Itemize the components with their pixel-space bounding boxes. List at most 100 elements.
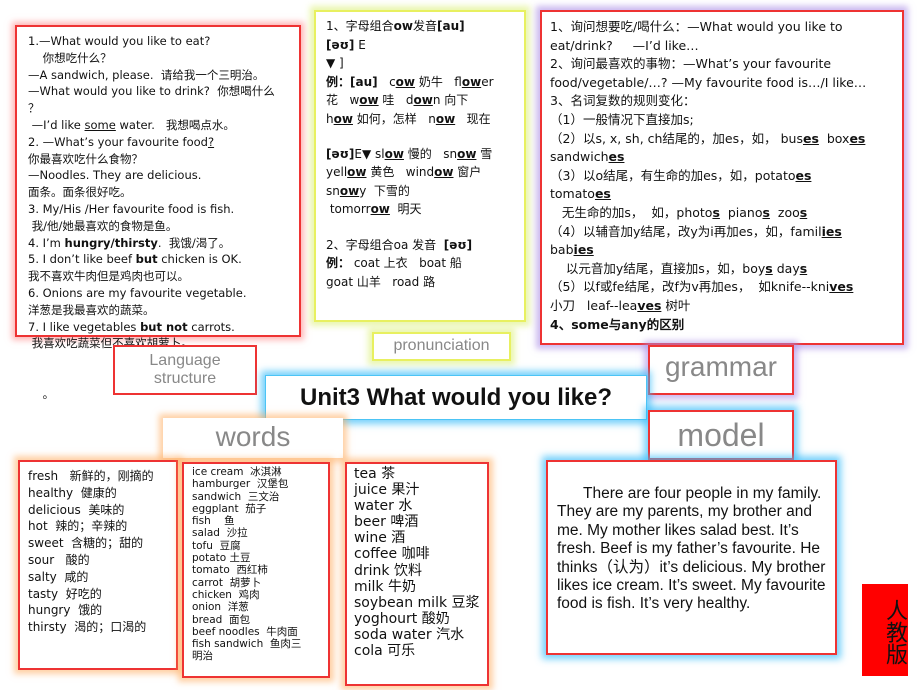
text-segment: 我/他/她最喜欢的食物是鱼。 [28, 218, 178, 233]
text-segment: 7. I like vegetables [28, 319, 141, 334]
underlined-segment: es [594, 186, 611, 202]
word-item: eggplant 茄子 [192, 502, 267, 515]
word-item: potato 土豆 [192, 552, 251, 565]
text-segment: carrots. [187, 319, 235, 334]
text-line: sandwiches [550, 148, 902, 167]
text-segment: 4. I’m [28, 235, 65, 250]
underlined-segment: s [712, 204, 720, 220]
word-item: tea 茶 [354, 466, 396, 482]
grammar-label: grammar [648, 345, 794, 395]
word-item: healthy 健康的 [28, 485, 117, 500]
underlined-segment: es [795, 167, 812, 183]
word-item: tasty 好吃的 [28, 586, 102, 601]
word-item: salad 沙拉 [192, 527, 248, 540]
underlined-segment: some [84, 117, 116, 132]
food-words-box: ice cream 冰淇淋 hamburger 汉堡包 sandwich 三文治 eg… [182, 462, 330, 678]
underlined-segment: ies [821, 223, 842, 239]
word-item: delicious 美味的 [28, 502, 125, 517]
underlined-segment: ow [435, 111, 456, 126]
text-line: 1.—What would you like to eat? [28, 33, 299, 50]
underlined-segment: ? [207, 134, 215, 149]
text-segment: tomorr [326, 202, 371, 217]
text-segment: water. 我想喝点水。 [115, 117, 235, 132]
text-segment: 以元音加y结尾，直接加s，如，boy [550, 260, 766, 276]
word-item: fish sandwich 鱼肉三 [192, 638, 302, 651]
text-line [326, 219, 524, 236]
text-segment: 面条。面条很好吃。 [28, 185, 132, 200]
text-segment: c [377, 74, 396, 89]
text-line: 我不喜欢牛肉但是鸡肉也可以。 [28, 268, 299, 285]
word-item: cola 可乐 [354, 643, 416, 660]
bold-segment: hungry/thirsty [64, 235, 158, 250]
text-segment: 如何，怎样 n [352, 111, 436, 126]
text-line: 例： coat 上衣 boat 船 [326, 254, 524, 273]
underlined-segment: s [765, 260, 773, 276]
text-segment: chicken is OK. [157, 252, 242, 267]
word-item: carrot 胡萝卜 [192, 576, 262, 589]
text-line: ▼ ] [326, 54, 524, 73]
text-segment: bab [550, 242, 574, 258]
text-segment: 无生命的加s， 如，photo [550, 204, 713, 220]
text-segment: sandwich [550, 149, 609, 165]
text-segment: er [481, 74, 494, 89]
underlined-segment: es [849, 130, 866, 146]
text-line: 3. My/His /Her favourite food is fish. [28, 201, 299, 218]
underlined-segment: s [762, 204, 770, 220]
text-line: 无生命的加s， 如，photos pianos zoos [550, 204, 902, 223]
text-line: 2、询问最喜欢的事物：—What’s your favourite [550, 55, 902, 74]
underlined-segment: ow [434, 165, 454, 180]
text-segment: 。 [28, 386, 55, 401]
text-segment: —Noodles. They are delicious. [28, 168, 202, 183]
model-text-box: There are four people in my family. They… [546, 460, 837, 655]
text-line: 5. I don’t like beef but chicken is OK. [28, 251, 299, 268]
word-item: yoghourt 酸奶 [354, 610, 450, 627]
text-line: 例：[au] cow 奶牛 flower [326, 73, 524, 92]
text-segment: 2、询问最喜欢的事物：—What’s your favourite [550, 56, 832, 72]
text-line: 1、字母组合ow发音[au] [326, 17, 524, 36]
text-segment: 1.—What would you like to eat? [28, 34, 211, 48]
text-segment: yell [326, 165, 348, 180]
underlined-segment: ow [333, 111, 353, 126]
text-segment: —What would you like to drink? 你想喝什么 [28, 84, 275, 99]
text-segment: （5）以f或fe结尾，改f为v再加es， 如knife--kni [550, 279, 830, 295]
language-structure-label: Language structure [113, 345, 257, 395]
word-item: juice 果汁 [354, 482, 420, 499]
language-structure-box: 1.—What would you like to eat? 你想吃什么？ —A … [15, 25, 301, 401]
text-line: （1）一般情况下直接加s; [550, 111, 902, 130]
text-line: 洋葱是我最喜欢的蔬菜。 [28, 302, 299, 319]
underlined-segment: ow [457, 146, 477, 161]
text-line: 2、字母组合oa 发音 [əʊ] [326, 236, 524, 255]
word-item: beef noodles 牛肉面 [192, 625, 298, 638]
underlined-segment: ow [339, 183, 360, 198]
text-line: food/vegetable/…? —My favourite food is…… [550, 74, 902, 93]
publisher-stamp: 人教版 [862, 584, 908, 676]
text-line: （2）以s, x, sh, ch结尾的，加es，如， buses boxes [550, 130, 902, 149]
word-item: sandwich 三文治 [192, 490, 280, 503]
text-line: 小刀 leaf--leaves 树叶 [550, 297, 902, 316]
text-line: 以元音加y结尾，直接加s，如，boys days [550, 260, 902, 279]
pronunciation-label: pronunciation [372, 332, 511, 361]
underlined-segment: ow [384, 146, 404, 161]
word-item: tofu 豆腐 [192, 539, 241, 552]
text-segment: 雪 [476, 146, 493, 161]
model-paragraph: There are four people in my family. They… [557, 485, 826, 613]
bold-segment: ow [393, 19, 413, 33]
text-segment: E▼ sl [354, 146, 385, 161]
text-segment: （4）以辅音加y结尾，改y为i再加es，如，famil [550, 223, 822, 239]
underlined-segment: ow [461, 74, 482, 89]
text-segment: piano [719, 204, 763, 220]
text-line: —A sandwich, please. 请给我一个三明治。 [28, 67, 299, 84]
text-segment: —I’d like [28, 117, 85, 132]
word-item: 明治 [192, 650, 213, 663]
text-line: 我/他/她最喜欢的食物是鱼。 [28, 218, 299, 235]
page-title: Unit3 What would you like? [265, 375, 647, 420]
text-segment: ？ [28, 101, 40, 116]
text-line: 7. I like vegetables but not carrots. [28, 319, 299, 336]
underlined-segment: s [799, 260, 808, 276]
text-segment: 发音 [412, 19, 437, 33]
underlined-segment: ies [573, 242, 594, 258]
underlined-segment: ves [829, 279, 854, 295]
word-item: chicken 鸡肉 [192, 588, 260, 601]
bold-segment: [əʊ] [326, 146, 355, 161]
word-item: drink 饮料 [354, 562, 422, 579]
